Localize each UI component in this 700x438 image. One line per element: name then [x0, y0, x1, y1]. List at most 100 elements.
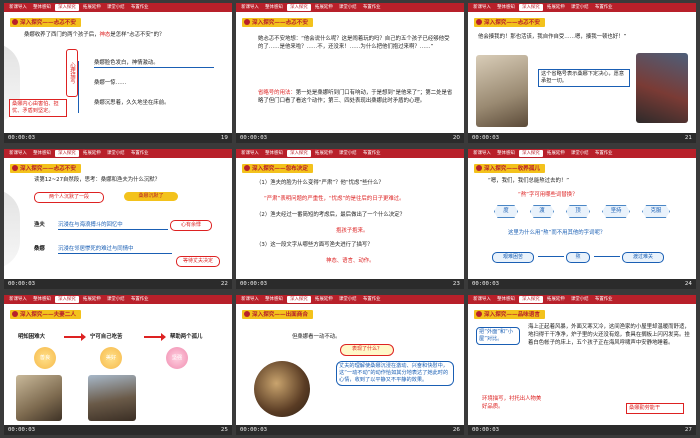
tab-homework[interactable]: 布置作业 [128, 149, 152, 158]
answer-text: 抱孩子抱来。 [336, 228, 369, 234]
bullet-icon [476, 311, 482, 317]
tab-summary[interactable]: 课堂小结 [104, 295, 128, 304]
tab-extend[interactable]: 拓展延伸 [312, 149, 336, 158]
tab-explore[interactable]: 深入探究 [286, 150, 311, 157]
tab-extend[interactable]: 拓展延伸 [312, 3, 336, 12]
question-text: 桑娜收养了西门的两个孩子后，神态是怎样“忐忑不安”的？ [24, 32, 165, 38]
tab-summary[interactable]: 课堂小结 [568, 295, 592, 304]
tab-intro[interactable]: 新课导入 [470, 3, 494, 12]
tab-overview[interactable]: 整体感知 [262, 3, 286, 12]
tab-summary[interactable]: 课堂小结 [104, 3, 128, 12]
tag-pill: 心有余悸 [170, 220, 212, 231]
tab-explore[interactable]: 深入探究 [286, 296, 311, 303]
tab-extend[interactable]: 拓展延伸 [80, 295, 104, 304]
slide-thumbnail[interactable]: 新课导入 整体感知 深入探究 拓展延伸 课堂小结 布置作业 深入探究——忽布决定… [236, 149, 464, 289]
question-text: 这里为什么用“熬”而不用其他的字词呢？ [508, 230, 606, 236]
tab-intro[interactable]: 新课导入 [238, 295, 262, 304]
tab-overview[interactable]: 整体感知 [30, 295, 54, 304]
tab-overview[interactable]: 整体感知 [494, 3, 518, 12]
slide-thumbnail[interactable]: 新课导入 整体感知 深入探究 拓展延伸 课堂小结 布置作业 深入探究——夫妻二人… [4, 295, 232, 435]
timer: 00:00:03 [240, 281, 267, 287]
flower-badge: 善良 [34, 347, 56, 369]
nav-bar: 新课导入 整体感知 深入探究 拓展延伸 课堂小结 布置作业 [4, 295, 232, 304]
tab-homework[interactable]: 布置作业 [360, 295, 384, 304]
bullet-icon [12, 311, 18, 317]
slide-thumbnail[interactable]: 新课导入 整体感知 深入探究 拓展延伸 课堂小结 布置作业 深入探究——忐忑不安… [468, 3, 696, 143]
tab-summary[interactable]: 课堂小结 [568, 3, 592, 12]
tab-homework[interactable]: 布置作业 [128, 295, 152, 304]
tab-explore[interactable]: 深入探究 [518, 4, 543, 11]
vertical-label: 心理描写 [66, 49, 78, 97]
section-heading: 深入探究——忐忑不安 [10, 17, 81, 27]
tab-overview[interactable]: 整体感知 [30, 3, 54, 12]
tab-overview[interactable]: 整体感知 [494, 149, 518, 158]
tab-explore[interactable]: 深入探究 [286, 4, 311, 11]
section-heading: 深入探究——夫妻二人 [10, 309, 81, 319]
word-chip: 度 [494, 205, 518, 218]
tab-homework[interactable]: 布置作业 [592, 295, 616, 304]
slide-thumbnail[interactable]: 新课导入 整体感知 深入探究 拓展延伸 课堂小结 布置作业 深入探究——忐忑不安… [4, 149, 232, 289]
tab-explore[interactable]: 深入探究 [54, 296, 79, 303]
slide-thumbnail[interactable]: 新课导入 整体感知 深入探究 拓展延伸 课堂小结 布置作业 深入探究——品味语言… [468, 295, 696, 435]
tab-extend[interactable]: 拓展延伸 [544, 295, 568, 304]
tab-summary[interactable]: 课堂小结 [336, 3, 360, 12]
tab-homework[interactable]: 布置作业 [360, 149, 384, 158]
status-bar: 00:00:03 27 [468, 425, 696, 435]
tab-extend[interactable]: 拓展延伸 [80, 149, 104, 158]
slide-thumbnail[interactable]: 新课导入 整体感知 深入探究 拓展延伸 课堂小结 布置作业 深入探究——收养孤儿… [468, 149, 696, 289]
page-number: 22 [220, 281, 228, 287]
tab-extend[interactable]: 拓展延伸 [544, 149, 568, 158]
tab-explore[interactable]: 深入探究 [54, 4, 79, 11]
nav-bar: 新课导入 整体感知 深入探究 拓展延伸 课堂小结 布置作业 [4, 149, 232, 158]
flower-badge: 美好 [100, 347, 122, 369]
status-bar: 00:00:03 24 [468, 279, 696, 289]
tab-homework[interactable]: 布置作业 [360, 3, 384, 12]
page-number: 25 [220, 427, 228, 433]
tab-extend[interactable]: 拓展延伸 [80, 3, 104, 12]
tab-intro[interactable]: 新课导入 [6, 149, 30, 158]
tab-explore[interactable]: 深入探究 [518, 150, 543, 157]
tab-intro[interactable]: 新课导入 [238, 149, 262, 158]
tab-intro[interactable]: 新课导入 [238, 3, 262, 12]
highlight-word: 神态 [99, 32, 111, 38]
slide-thumbnail[interactable]: 新课导入 整体感知 深入探究 拓展延伸 课堂小结 布置作业 深入探究——出面商合… [236, 295, 464, 435]
illustration-image [88, 375, 136, 421]
tab-overview[interactable]: 整体感知 [262, 295, 286, 304]
tab-homework[interactable]: 布置作业 [592, 3, 616, 12]
page-number: 26 [452, 427, 460, 433]
nav-bar: 新课导入 整体感知 深入探究 拓展延伸 课堂小结 布置作业 [4, 3, 232, 12]
tab-homework[interactable]: 布置作业 [128, 3, 152, 12]
tab-overview[interactable]: 整体感知 [30, 149, 54, 158]
slide-thumbnail[interactable]: 新课导入 整体感知 深入探究 拓展延伸 课堂小结 布置作业 深入探究——忐忑不安… [4, 3, 232, 143]
tag-pill: 等待丈夫决定 [176, 256, 220, 267]
timer: 00:00:03 [8, 281, 35, 287]
tab-extend[interactable]: 拓展延伸 [312, 295, 336, 304]
timer: 00:00:03 [240, 135, 267, 141]
slide-thumbnail[interactable]: 新课导入 整体感知 深入探究 拓展延伸 课堂小结 布置作业 深入探究——忐忑不安… [236, 3, 464, 143]
bullet-icon [476, 19, 482, 25]
tab-intro[interactable]: 新课导入 [470, 149, 494, 158]
note-box: 这个省略号表示桑娜下定决心，愿意承担一切。 [538, 69, 630, 87]
note-box: 桑娜勤劳能干 [626, 403, 684, 414]
tab-overview[interactable]: 整体感知 [262, 149, 286, 158]
tab-homework[interactable]: 布置作业 [592, 149, 616, 158]
tab-summary[interactable]: 课堂小结 [104, 149, 128, 158]
quote-text: 她忐忑不安地想：“他会说什么呢？这是闹着玩的吗？自己的五个孩子已经够他受的了……… [258, 36, 450, 50]
page-number: 19 [220, 135, 228, 141]
status-bar: 00:00:03 20 [236, 133, 464, 143]
section-heading: 深入探究——收养孤儿 [474, 163, 545, 173]
tab-explore[interactable]: 深入探究 [54, 150, 79, 157]
tab-extend[interactable]: 拓展延伸 [544, 3, 568, 12]
tab-summary[interactable]: 课堂小结 [336, 149, 360, 158]
tab-intro[interactable]: 新课导入 [6, 295, 30, 304]
tab-summary[interactable]: 课堂小结 [568, 149, 592, 158]
decor-shape [4, 189, 20, 269]
tab-intro[interactable]: 新课导入 [470, 295, 494, 304]
note-box: 桑娜内心由害怕、担忧、矛盾到坚定。 [9, 99, 67, 117]
tab-explore[interactable]: 深入探究 [518, 296, 543, 303]
tab-summary[interactable]: 课堂小结 [336, 295, 360, 304]
timer: 00:00:03 [472, 135, 499, 141]
page-number: 20 [452, 135, 460, 141]
tab-intro[interactable]: 新课导入 [6, 3, 30, 12]
tab-overview[interactable]: 整体感知 [494, 295, 518, 304]
